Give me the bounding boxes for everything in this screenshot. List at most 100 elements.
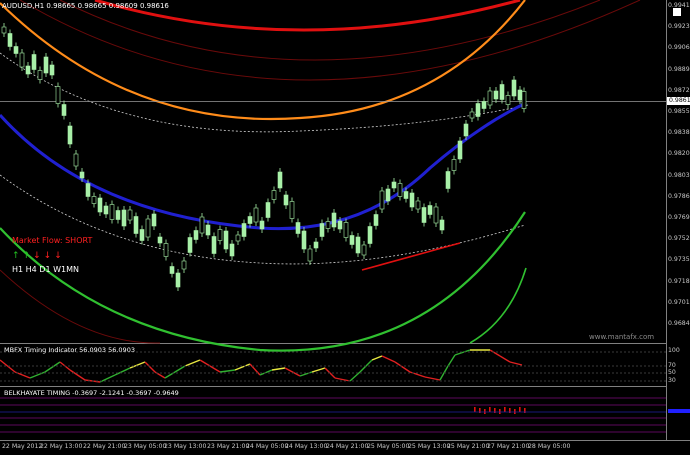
timing-indicator-title: MBFX Timing Indicator 56.0903 56.0903 (4, 346, 135, 354)
candle-body (109, 204, 115, 220)
candle-body (397, 183, 403, 197)
price-axis-label: 0.98205 (668, 150, 690, 158)
timing-segment (44, 361, 61, 373)
candle-body (13, 46, 19, 54)
candle-body (355, 236, 361, 254)
candle-body (241, 223, 247, 237)
candle-body (73, 153, 79, 167)
timing-segment (381, 355, 396, 363)
green-band-lower (0, 211, 526, 352)
candle-body (367, 226, 373, 244)
candle-body (25, 65, 31, 75)
candle-body (403, 191, 409, 199)
price-axis-label: 0.97350 (668, 256, 690, 264)
belkhayate-bar (474, 407, 476, 412)
green-band-lower-2 (469, 267, 527, 344)
candle-body (271, 190, 277, 200)
time-axis-label: 22 May 13:00 (40, 443, 83, 450)
candle-body (337, 220, 343, 230)
candle-body (157, 236, 163, 244)
timing-segment (311, 367, 326, 373)
timing-segment (249, 363, 261, 376)
timing-level-100: 100 (668, 347, 680, 354)
candle-body (43, 56, 49, 74)
candle-body (193, 230, 199, 240)
time-axis-label: 28 May 05:00 (528, 443, 571, 450)
belkhayate-group (474, 407, 526, 414)
candle-body (433, 206, 439, 224)
timing-segment (424, 376, 441, 381)
arrow-down-icon: ↓ (33, 251, 41, 261)
outer-band-lower (0, 269, 161, 344)
candle-body (415, 200, 421, 210)
candle-body (217, 229, 223, 241)
candle-body (457, 140, 463, 160)
timing-segment (174, 365, 186, 373)
candle-body (235, 234, 241, 242)
candle-body (361, 244, 367, 256)
candle-body (301, 230, 307, 250)
candle-body (37, 70, 43, 80)
candle-body (517, 89, 523, 101)
candle-body (181, 260, 187, 270)
candle-body (187, 237, 193, 253)
time-axis-label: 23 May 21:00 (207, 443, 250, 450)
price-chart-canvas[interactable] (0, 0, 690, 455)
arrow-up-icon: ↑ (22, 251, 31, 261)
timing-segment (489, 349, 501, 357)
candle-body (481, 101, 487, 109)
price-axis-label: 0.98550 (668, 108, 690, 115)
candle-body (55, 86, 61, 104)
time-axis-label: 22 May 2012 (2, 443, 43, 450)
candle-body (229, 243, 235, 257)
candle-body (115, 210, 121, 220)
timing-segment (199, 359, 211, 367)
arrow-down-icon: ↓ (54, 251, 62, 261)
timing-segment (219, 369, 236, 373)
candle-body (145, 218, 151, 238)
candle-body (211, 236, 217, 254)
price-axis-label: 0.97525 (668, 235, 690, 243)
price-axis-label: 0.98725 (668, 86, 690, 94)
chart-window[interactable]: AUDUSD,H1 0.98665 0.98665 0.98609 0.9861… (0, 0, 690, 455)
trend-line[interactable] (361, 242, 461, 271)
candle-body (505, 95, 511, 105)
candle-body (379, 190, 385, 210)
candle-body (421, 207, 427, 223)
belkhayate-title: BELKHAYATE TIMING -0.3697 -2.1241 -0.369… (4, 389, 179, 397)
chart-shift-marker[interactable] (673, 8, 681, 16)
candle-body (127, 209, 133, 221)
price-axis-label: 0.96840 (668, 320, 690, 327)
price-axis-label: 0.97695 (668, 214, 690, 221)
candle-body (409, 192, 415, 208)
candle-body (103, 205, 109, 215)
time-axis-label: 23 May 05:00 (124, 443, 167, 450)
candle-body (469, 111, 475, 119)
arrow-down-icon: ↓ (43, 251, 52, 261)
timing-segment (284, 367, 301, 377)
candle-body (139, 229, 145, 241)
candle-body (521, 91, 527, 109)
candle-body (511, 79, 517, 97)
belkhayate-bar (499, 409, 501, 414)
candle-body (349, 235, 355, 245)
timing-segment (209, 365, 221, 373)
price-axis-label: 0.97180 (668, 277, 690, 285)
candle-body (265, 202, 271, 218)
candle-body (151, 213, 157, 227)
candle-body (475, 103, 481, 117)
price-axis-label: 0.97010 (668, 298, 690, 306)
candle-body (427, 205, 433, 215)
timing-segment (129, 361, 146, 369)
candle-body (223, 230, 229, 250)
timing-segment (447, 354, 456, 367)
price-axis-label: 0.98380 (668, 129, 690, 137)
center-band (0, 101, 527, 231)
market-flow-signal: Market Flow: SHORT (12, 236, 93, 245)
price-axis-label: 0.99060 (668, 44, 690, 52)
time-axis-label: 24 May 21:00 (326, 443, 369, 450)
candle-body (493, 90, 499, 100)
candle-body (85, 183, 91, 197)
arrow-up-icon: ↑ (12, 251, 20, 261)
belkhayate-bar (484, 409, 486, 414)
